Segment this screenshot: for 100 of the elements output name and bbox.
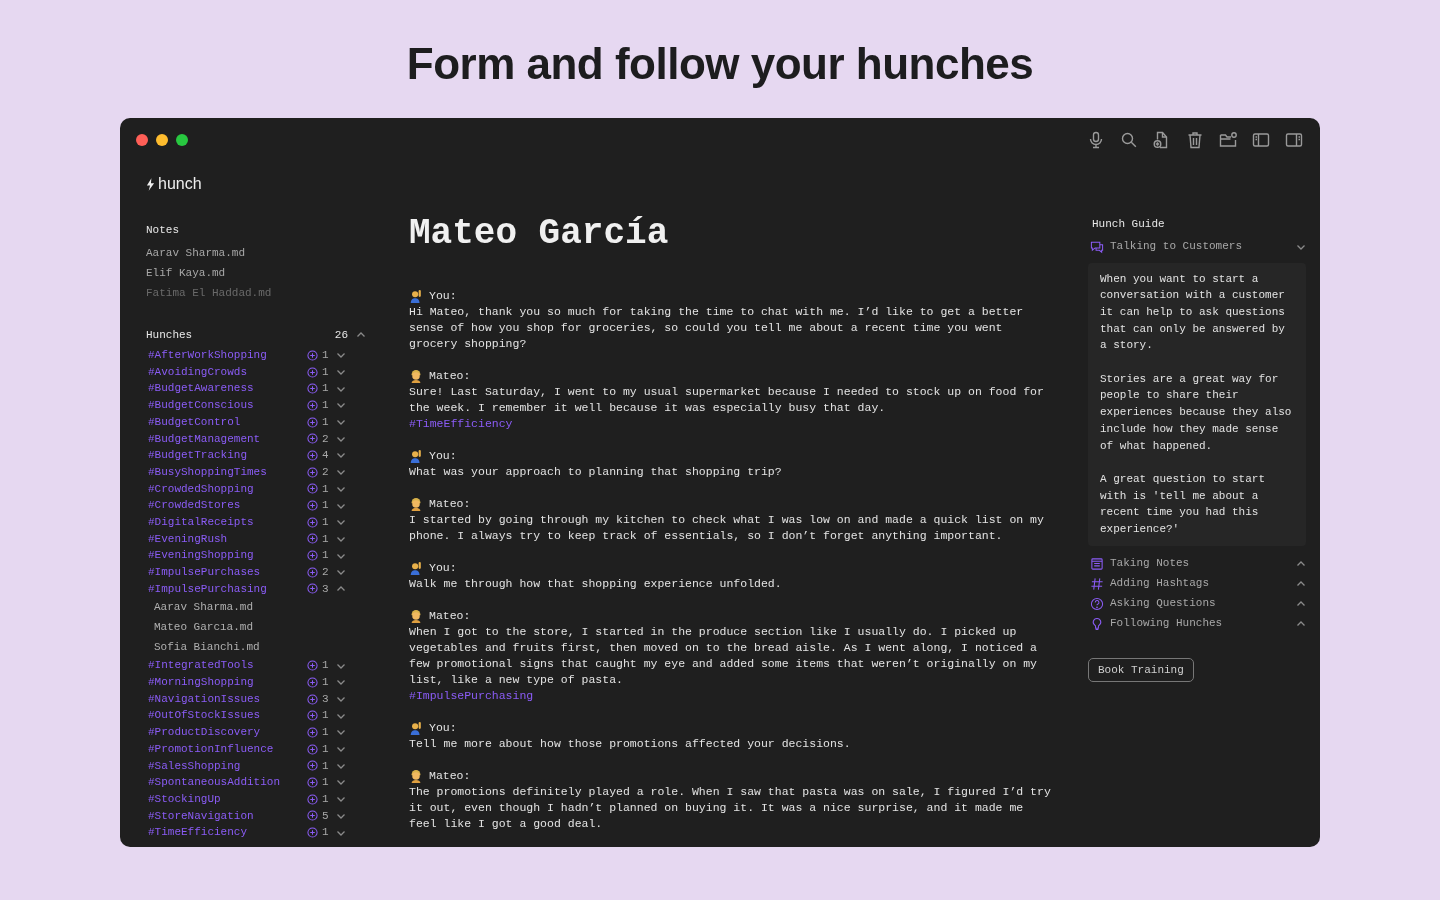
hashtag-link[interactable]: #CrowdedShopping xyxy=(146,480,307,498)
hashtag-link[interactable]: #BusyShoppingTimes xyxy=(146,463,307,481)
hashtag-link[interactable]: #BudgetConscious xyxy=(146,397,307,414)
hashtag-link[interactable]: #BudgetManagement xyxy=(146,430,307,448)
guide-section-toggle[interactable]: Asking Questions xyxy=(1088,593,1306,614)
add-icon[interactable] xyxy=(307,399,318,411)
message-text: Sure! Last Saturday, I went to my usual supermarket because I needed to stock up on food for the week. I remember it well because it was especially busy that day. xyxy=(409,384,1045,416)
add-icon[interactable] xyxy=(307,533,318,545)
person-icon xyxy=(409,497,423,511)
guide-section-toggle[interactable]: Taking Notes xyxy=(1088,553,1306,574)
folder-settings-icon[interactable] xyxy=(1218,130,1238,150)
add-icon[interactable] xyxy=(307,349,318,361)
headline: Form and follow your hunches xyxy=(405,38,1035,90)
hashtag-link[interactable]: #SpontaneousAddition xyxy=(146,774,307,791)
add-icon[interactable] xyxy=(307,760,318,772)
person-icon xyxy=(409,769,423,783)
hashtag-link[interactable]: #AvoidingCrowds xyxy=(146,363,307,381)
add-icon[interactable] xyxy=(307,827,318,839)
add-icon[interactable] xyxy=(307,693,318,705)
hashtag-link[interactable]: #DigitalReceipts xyxy=(146,513,307,531)
section-heading: Hunch Guide xyxy=(1091,217,1166,232)
hunch-count: 1 xyxy=(322,514,330,530)
add-icon[interactable] xyxy=(307,726,318,738)
add-icon[interactable] xyxy=(307,810,318,822)
hunch-count: 1 xyxy=(322,481,330,497)
add-icon[interactable] xyxy=(307,516,318,528)
hunch-count: 1 xyxy=(322,498,330,514)
hashtag-link[interactable]: #EveningRush xyxy=(146,530,307,548)
hunch-count: 3 xyxy=(322,691,330,707)
hashtag-link[interactable]: #ProductDiscovery xyxy=(146,724,307,741)
message-text: Walk me through how that shopping experience unfolded. xyxy=(409,576,783,592)
speaker-label: You: xyxy=(429,448,457,464)
add-icon[interactable] xyxy=(307,449,318,461)
note-item[interactable]: Elif Kaya.md xyxy=(146,262,370,283)
add-icon[interactable] xyxy=(307,500,318,512)
add-icon[interactable] xyxy=(307,383,318,395)
left-sidebar-icon[interactable] xyxy=(1251,130,1271,150)
zoom-button[interactable] xyxy=(176,134,188,146)
message-text: I started by going through my kitchen to check what I was low on and made a quick list on my phone. I always try to keep track of essentials, so I don’t forget anything important. xyxy=(409,512,1045,544)
add-icon[interactable] xyxy=(307,710,318,722)
hashtag-link[interactable]: #OutOfStockIssues xyxy=(146,707,307,724)
hashtag-link[interactable]: #TimeEfficiency xyxy=(409,416,1054,432)
add-icon[interactable] xyxy=(307,793,318,805)
hashtag-link[interactable]: #StoreNavigation xyxy=(146,807,307,825)
guide-section-toggle[interactable]: Following Hunches xyxy=(1088,613,1306,634)
hunch-count: 1 xyxy=(322,758,330,774)
hashtag-link[interactable]: #ImpulsePurchases xyxy=(146,564,307,581)
hashtag-link[interactable]: #TimeEfficiency xyxy=(146,824,307,841)
add-icon[interactable] xyxy=(307,416,318,428)
search-icon[interactable] xyxy=(1119,130,1139,150)
hunch-count: 1 xyxy=(322,775,330,791)
book-training-button[interactable]: Book Training xyxy=(1088,657,1194,683)
hashtag-link[interactable]: #ImpulsePurchasing xyxy=(409,688,1054,704)
add-icon[interactable] xyxy=(307,433,318,445)
add-icon[interactable] xyxy=(307,566,318,578)
hashtag-link[interactable]: #StockingUp xyxy=(146,790,307,808)
add-icon[interactable] xyxy=(307,776,318,788)
add-icon[interactable] xyxy=(307,660,318,672)
message-text: The promotions definitely played a role. When I saw that pasta was on sale, I figured I’d try it out, even though I hadn’t planned on buying it. It was a nice surprise, and it made me feel like I got a good deal. xyxy=(409,784,1052,832)
hashtag-link[interactable]: #BudgetControl xyxy=(146,413,307,431)
add-icon[interactable] xyxy=(307,583,318,595)
hashtag-link[interactable]: #EveningShopping xyxy=(146,547,307,564)
hunch-count: 1 xyxy=(322,741,330,757)
hashtag-link[interactable]: #MorningShopping xyxy=(146,674,307,691)
add-icon[interactable] xyxy=(307,676,318,688)
note-item[interactable]: Fatima El Haddad.md xyxy=(146,282,370,303)
hunch-count: 26 xyxy=(334,327,348,343)
guide-section-toggle[interactable]: Adding Hashtags xyxy=(1088,573,1306,594)
hunch-count: 1 xyxy=(322,398,330,414)
add-icon[interactable] xyxy=(307,366,318,378)
hunch-count: 2 xyxy=(322,464,330,480)
add-icon[interactable] xyxy=(307,550,318,562)
minimize-button[interactable] xyxy=(156,134,168,146)
hashtag-link[interactable]: #BudgetAwareness xyxy=(146,380,307,397)
hashtag-link[interactable]: #PromotionInfluence xyxy=(146,740,307,758)
add-icon[interactable] xyxy=(307,483,318,495)
note-item[interactable]: Aarav Sharma.md xyxy=(146,597,370,618)
close-button[interactable] xyxy=(136,134,148,146)
person-icon xyxy=(409,609,423,623)
hunch-count: 1 xyxy=(322,725,330,741)
guide-section-toggle[interactable]: Talking to Customers xyxy=(1088,236,1306,257)
question-icon xyxy=(1090,596,1104,611)
hashtag-link[interactable]: #CrowdedStores xyxy=(146,497,307,514)
hashtag-link[interactable]: #AfterWorkShopping xyxy=(146,347,307,364)
hashtag-link[interactable]: #IntegratedTools xyxy=(146,657,307,674)
note-item[interactable]: Sofia Bianchi.md xyxy=(146,637,370,658)
hunch-count: 3 xyxy=(322,581,330,597)
hashtag-link[interactable]: #BudgetTracking xyxy=(146,447,307,464)
note-item[interactable]: Aarav Sharma.md xyxy=(146,242,370,263)
add-icon[interactable] xyxy=(307,466,318,478)
add-icon[interactable] xyxy=(307,743,318,755)
right-sidebar-icon[interactable] xyxy=(1284,130,1304,150)
hunch-count: 1 xyxy=(322,364,330,380)
hashtag-link[interactable]: #NavigationIssues xyxy=(146,690,307,708)
note-item[interactable]: Mateo Garcıa.md xyxy=(146,617,370,638)
hashtag-link[interactable]: #ImpulsePurchasing xyxy=(146,580,307,598)
speaker-label: You: xyxy=(429,720,457,736)
hashtag-link[interactable]: #SalesShopping xyxy=(146,757,307,775)
hunch-count: 4 xyxy=(322,448,330,464)
hunch-count: 1 xyxy=(322,675,330,691)
